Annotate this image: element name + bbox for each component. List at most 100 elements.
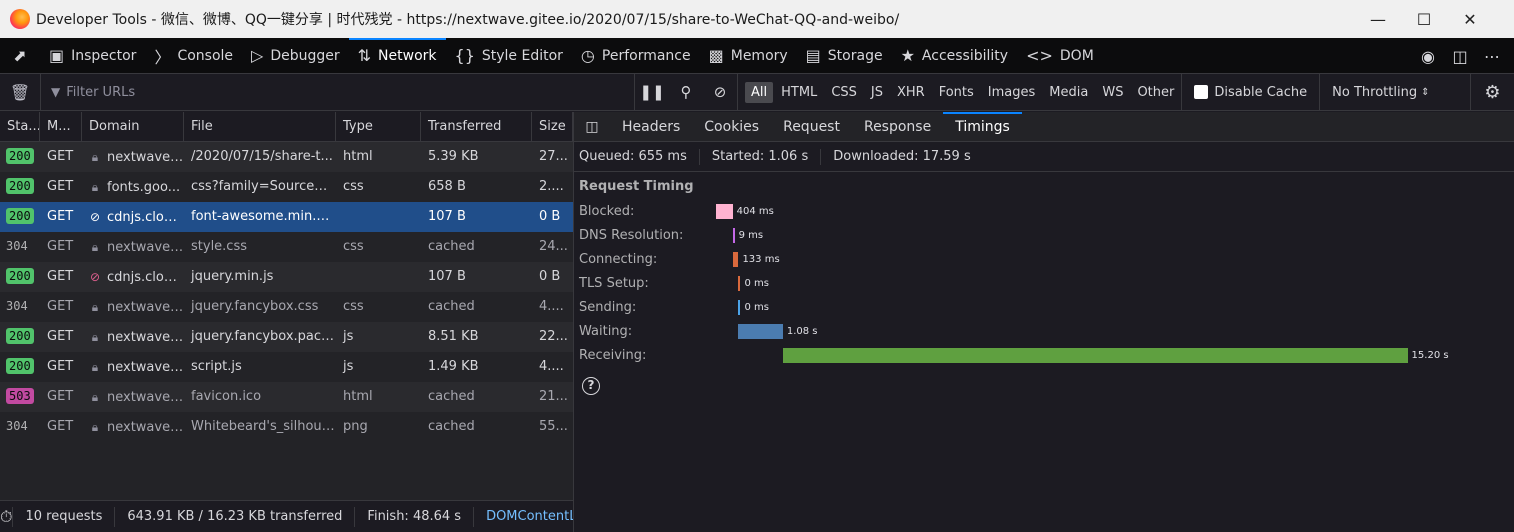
table-row[interactable]: 304 GET 🔒︎ nextwave.... jquery.fancybox.c… [0, 292, 573, 322]
table-row[interactable]: 200 GET 🔒︎ nextwave.... /2020/07/15/share… [0, 142, 573, 172]
screenshot-icon[interactable]: ◉ [1414, 47, 1442, 66]
column-transferred[interactable]: Transferred [421, 112, 532, 142]
pause-icon[interactable]: ❚❚ [635, 83, 669, 101]
table-body: 200 GET 🔒︎ nextwave.... /2020/07/15/share… [0, 142, 573, 442]
dom-content-loaded: DOMContentLoaded [473, 506, 573, 527]
filter-urls-input[interactable] [66, 84, 567, 100]
request-count: 10 requests [12, 506, 114, 527]
status-badge: 200 [6, 148, 34, 164]
status-badge: 304 [6, 419, 28, 433]
size-cell: 24... [539, 239, 568, 254]
column-domain[interactable]: Domain [82, 112, 184, 142]
minimize-button[interactable]: — [1355, 0, 1401, 38]
filter-xhr-button[interactable]: XHR [891, 82, 931, 103]
timing-row-receiving: Receiving: 15.20 s [579, 348, 1449, 363]
storage-icon: ▤ [805, 46, 821, 65]
tab-cookies[interactable]: Cookies [692, 112, 771, 142]
throttling-value: No Throttling [1332, 84, 1418, 100]
tab-network[interactable]: ⇅ Network [348, 37, 446, 74]
tab-timings[interactable]: Timings [943, 111, 1022, 142]
domain-cell: nextwave.... [107, 330, 184, 345]
transferred-cell: cached [428, 239, 475, 254]
table-row[interactable]: 200 GET 🔒︎ nextwave.... script.js js 1.49… [0, 352, 573, 382]
throttling-select[interactable]: No Throttling ⇕ [1319, 74, 1441, 110]
timing-row-dns: DNS Resolution: 9 ms [579, 228, 764, 243]
block-icon[interactable]: ⊘ [703, 83, 737, 101]
size-cell: 4.... [539, 359, 564, 374]
filter-all-button[interactable]: All [745, 81, 774, 103]
file-cell: jquery.fancybox.css [191, 299, 319, 314]
type-cell: css [343, 179, 364, 194]
dock-toggle-icon[interactable]: ◫ [1446, 47, 1474, 66]
table-row[interactable]: 200 GET ⊘ cdnjs.clou... jquery.min.js 107… [0, 262, 573, 292]
request-timing-heading: Request Timing [579, 179, 694, 194]
firefox-logo-icon [10, 9, 30, 29]
dom-icon: <> [1026, 46, 1053, 65]
filter-js-button[interactable]: JS [865, 82, 889, 103]
queued-time: Queued: 655 ms [579, 148, 700, 165]
type-cell: js [343, 329, 354, 344]
table-row[interactable]: 200 GET ⊘ cdnjs.clou... font-awesome.min.… [0, 202, 573, 232]
type-cell: css [343, 299, 364, 314]
tab-dom[interactable]: <> DOM [1017, 38, 1103, 74]
tab-storage[interactable]: ▤ Storage [797, 38, 892, 74]
domain-cell: nextwave.... [107, 240, 184, 255]
search-icon[interactable]: ⚲ [669, 83, 703, 101]
performance-icon: ◷ [580, 46, 595, 65]
method-cell: GET [47, 389, 74, 404]
tab-accessibility[interactable]: ★ Accessibility [892, 38, 1018, 74]
tab-performance[interactable]: ◷ Performance [572, 38, 700, 74]
clear-requests-icon[interactable]: 🗑 [0, 83, 40, 102]
tab-headers[interactable]: Headers [610, 112, 692, 142]
table-row[interactable]: 304 GET 🔒︎ nextwave.... style.css css cac… [0, 232, 573, 262]
element-picker-button[interactable]: ⬈ [0, 38, 40, 74]
tab-inspector[interactable]: ▣ Inspector [40, 38, 145, 74]
table-row[interactable]: 503 GET 🔒︎ nextwave.... favicon.ico html … [0, 382, 573, 412]
table-row[interactable]: 200 GET 🔒︎ nextwave.... jquery.fancybox.p… [0, 322, 573, 352]
column-method[interactable]: M... [40, 112, 82, 142]
network-settings-gear-icon[interactable]: ⚙ [1470, 74, 1514, 110]
timing-value-waiting: 1.08 s [786, 326, 818, 337]
close-window-button[interactable]: ✕ [1447, 0, 1493, 38]
column-status[interactable]: Sta... [0, 112, 40, 142]
tab-request[interactable]: Request [771, 112, 852, 142]
table-row[interactable]: 200 GET 🔒︎ fonts.goo... css?family=Source… [0, 172, 573, 202]
stopwatch-icon[interactable]: ⏱ [0, 507, 12, 527]
column-size[interactable]: Size [532, 112, 573, 142]
funnel-icon: ▼ [51, 85, 61, 99]
table-row[interactable]: 304 GET 🔒︎ nextwave.... Whitebeard's_silh… [0, 412, 573, 442]
column-type[interactable]: Type [336, 112, 421, 142]
filter-fonts-button[interactable]: Fonts [933, 82, 980, 103]
filter-images-button[interactable]: Images [982, 82, 1042, 103]
status-badge: 200 [6, 178, 34, 194]
table-header: Sta... M... Domain File Type Transferred… [0, 112, 573, 142]
tab-memory[interactable]: ▩ Memory [700, 38, 797, 74]
tab-console[interactable]: 〉 Console [145, 38, 242, 74]
request-details-panel: ◫ Headers Cookies Request Response Timin… [574, 111, 1514, 532]
timing-bar-tls [738, 276, 741, 291]
filter-ws-button[interactable]: WS [1096, 82, 1129, 103]
filter-html-button[interactable]: HTML [775, 82, 823, 103]
help-icon[interactable]: ? [582, 377, 600, 395]
status-badge: 200 [6, 358, 34, 374]
timing-value-receiving: 15.20 s [1411, 350, 1449, 361]
disable-cache-label: Disable Cache [1214, 84, 1308, 100]
filter-css-button[interactable]: CSS [825, 82, 863, 103]
column-file[interactable]: File [184, 112, 336, 142]
more-options-icon[interactable]: ⋯ [1478, 47, 1506, 66]
filter-media-button[interactable]: Media [1043, 82, 1094, 103]
disable-cache-toggle[interactable]: Disable Cache [1181, 74, 1319, 110]
maximize-button[interactable]: ☐ [1401, 0, 1447, 38]
tab-response[interactable]: Response [852, 112, 943, 142]
tab-style-editor[interactable]: {} Style Editor [446, 38, 572, 74]
status-badge: 200 [6, 268, 34, 284]
tab-debugger[interactable]: ▷ Debugger [242, 38, 349, 74]
disable-cache-checkbox[interactable] [1194, 85, 1209, 99]
method-cell: GET [47, 419, 74, 434]
domain-cell: nextwave.... [107, 390, 184, 405]
size-cell: 0 B [539, 209, 561, 224]
transferred-cell: cached [428, 389, 475, 404]
window-titlebar: Developer Tools - 微信、微博、QQ一键分享 | 时代残党 - … [0, 0, 1514, 38]
filter-other-button[interactable]: Other [1131, 82, 1180, 103]
toggle-sidebar-icon[interactable]: ◫ [574, 119, 610, 135]
